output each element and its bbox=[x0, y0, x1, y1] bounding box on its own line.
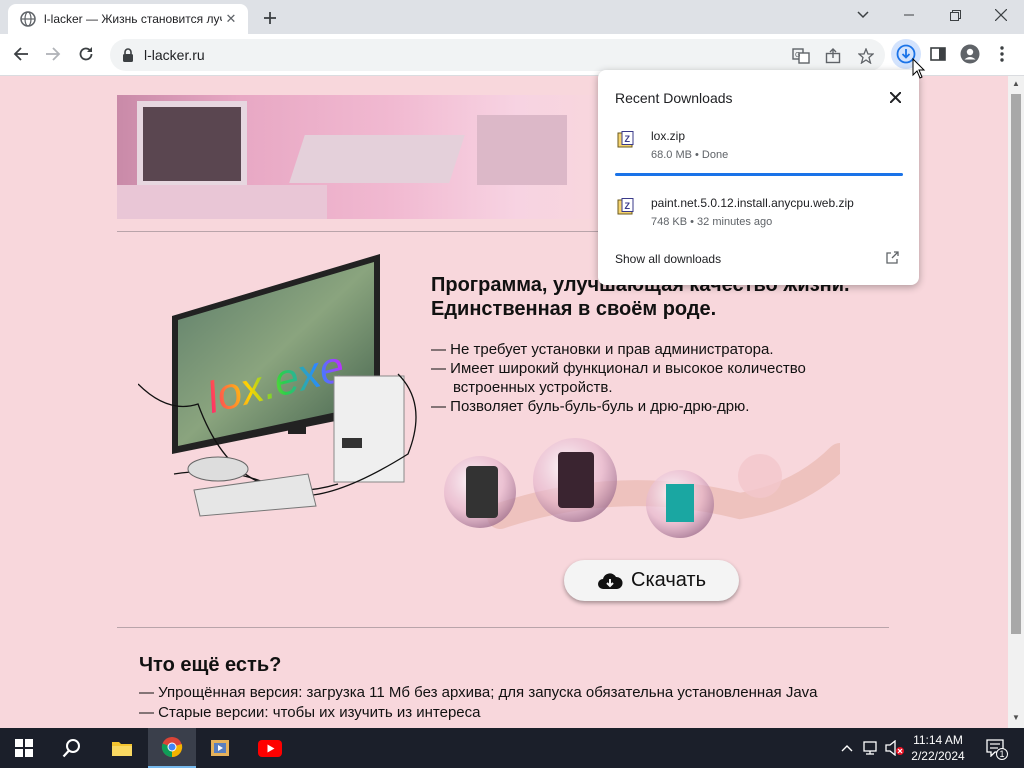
share-icon[interactable] bbox=[822, 45, 844, 67]
close-window-button[interactable] bbox=[978, 0, 1024, 30]
arrow-left-icon bbox=[13, 47, 28, 61]
media-app-button[interactable] bbox=[196, 728, 244, 768]
forward-button[interactable] bbox=[38, 39, 68, 69]
plus-icon bbox=[264, 12, 276, 24]
system-clock[interactable]: 11:14 AM 2/22/2024 bbox=[906, 732, 970, 764]
zip-file-icon: Z bbox=[617, 131, 634, 148]
address-bar[interactable]: l-lacker.ru G bbox=[110, 39, 885, 71]
windows-logo-icon bbox=[15, 739, 33, 757]
feature-item: встроенных устройств. bbox=[453, 379, 613, 396]
notifications-button[interactable]: 1 bbox=[982, 738, 1008, 760]
list-item-old-versions[interactable]: — Старые версии: чтобы их изучить из инт… bbox=[139, 703, 818, 723]
mouse-cursor-icon bbox=[912, 58, 926, 79]
profile-button[interactable] bbox=[955, 39, 985, 69]
network-icon[interactable] bbox=[861, 738, 881, 758]
features-list: — Не требует установки и прав администра… bbox=[431, 340, 891, 416]
svg-text:Z: Z bbox=[625, 134, 631, 144]
chevron-up-icon[interactable] bbox=[837, 738, 857, 758]
youtube-button[interactable] bbox=[246, 728, 294, 768]
scroll-down-arrow-icon[interactable]: ▼ bbox=[1012, 714, 1020, 722]
download-file-meta: 748 KB • 32 minutes ago bbox=[651, 216, 773, 228]
url-text[interactable]: l-lacker.ru bbox=[144, 47, 205, 63]
back-button[interactable] bbox=[6, 39, 36, 69]
arrow-right-icon bbox=[46, 47, 61, 61]
download-item[interactable]: Z lox.zip 68.0 MB • Done bbox=[598, 129, 919, 187]
lock-icon[interactable] bbox=[122, 48, 134, 62]
menu-button[interactable] bbox=[987, 39, 1017, 69]
show-all-downloads-link[interactable]: Show all downloads bbox=[615, 252, 721, 266]
recent-downloads-popup: Recent Downloads Z lox.zip 68.0 MB • Don… bbox=[598, 70, 919, 285]
feature-item: — Имеет широкий функционал и высокое кол… bbox=[431, 360, 806, 377]
popup-title: Recent Downloads bbox=[615, 90, 733, 106]
close-icon bbox=[995, 9, 1007, 21]
bookmark-star-icon[interactable] bbox=[855, 45, 877, 67]
tab-strip: l-lacker — Жизнь становится лучше ✕ bbox=[0, 0, 1024, 34]
restore-button[interactable] bbox=[932, 0, 978, 30]
feature-item: — Позволяет буль-буль-буль и дрю-дрю-дрю… bbox=[431, 398, 750, 415]
list-item-lite-version[interactable]: — Упрощённая версия: загрузка 11 Мб без … bbox=[139, 683, 818, 703]
page-scrollbar[interactable]: ▲ ▼ bbox=[1008, 76, 1024, 728]
clock-time: 11:14 AM bbox=[913, 733, 963, 747]
computer-illustration-image: lox.exe bbox=[138, 254, 417, 517]
download-program-button[interactable]: Скачать bbox=[564, 560, 739, 601]
globe-icon bbox=[20, 11, 36, 27]
video-file-icon bbox=[211, 740, 229, 756]
tab-search-button[interactable] bbox=[840, 0, 886, 30]
folder-icon bbox=[112, 742, 132, 756]
cloud-download-icon bbox=[598, 572, 623, 589]
app-bubbles-image bbox=[444, 438, 840, 538]
side-panel-button[interactable] bbox=[923, 39, 953, 69]
other-versions-list: — Упрощённая версия: загрузка 11 Мб без … bbox=[139, 683, 818, 723]
clock-date: 2/22/2024 bbox=[911, 749, 965, 763]
tab-l-lacker[interactable]: l-lacker — Жизнь становится лучше ✕ bbox=[8, 4, 248, 34]
more-vert-icon bbox=[1000, 46, 1004, 62]
scroll-up-arrow-icon[interactable]: ▲ bbox=[1012, 80, 1020, 88]
download-item[interactable]: Z paint.net.5.0.12.install.anycpu.web.zi… bbox=[598, 196, 919, 254]
notification-count-badge: 1 bbox=[996, 748, 1008, 760]
file-explorer-button[interactable] bbox=[98, 728, 146, 768]
reload-icon bbox=[79, 47, 93, 61]
tab-close-icon[interactable]: ✕ bbox=[222, 10, 240, 28]
retro-computers-banner-image bbox=[117, 95, 617, 219]
tab-title: l-lacker — Жизнь становится лучше bbox=[44, 12, 222, 26]
chrome-icon bbox=[161, 737, 183, 758]
chrome-button[interactable] bbox=[148, 728, 196, 768]
windows-taskbar: 11:14 AM 2/22/2024 1 bbox=[0, 728, 1024, 768]
reload-button[interactable] bbox=[71, 39, 101, 69]
other-section-heading: Что ещё есть? bbox=[139, 654, 282, 676]
svg-text:G: G bbox=[795, 52, 800, 59]
divider bbox=[117, 627, 889, 628]
side-panel-icon bbox=[930, 47, 946, 61]
svg-text:Z: Z bbox=[625, 201, 631, 211]
download-progress-bar bbox=[615, 173, 903, 176]
youtube-icon bbox=[258, 739, 282, 757]
download-file-name: paint.net.5.0.12.install.anycpu.web.zip bbox=[651, 196, 854, 210]
download-file-meta: 68.0 MB • Done bbox=[651, 149, 729, 161]
search-icon bbox=[62, 739, 80, 758]
new-tab-button[interactable] bbox=[258, 6, 282, 30]
scrollbar-thumb[interactable] bbox=[1011, 94, 1021, 634]
download-button-label: Скачать bbox=[631, 569, 706, 591]
zip-file-icon: Z bbox=[617, 198, 634, 215]
volume-muted-icon[interactable] bbox=[885, 738, 905, 758]
feature-item: — Не требует установки и прав администра… bbox=[431, 341, 774, 358]
avatar-icon bbox=[960, 44, 980, 64]
open-in-new-icon[interactable] bbox=[885, 251, 899, 265]
heading-line-2: Единственная в своём роде. bbox=[431, 298, 717, 320]
search-button[interactable] bbox=[48, 728, 96, 768]
minimize-button[interactable] bbox=[886, 0, 932, 30]
download-file-name: lox.zip bbox=[651, 129, 686, 143]
translate-icon[interactable]: G bbox=[790, 45, 812, 67]
popup-close-icon[interactable] bbox=[885, 87, 905, 107]
minimize-icon bbox=[904, 14, 914, 16]
restore-icon bbox=[949, 9, 961, 21]
start-button[interactable] bbox=[0, 728, 48, 768]
chevron-down-icon bbox=[857, 11, 869, 19]
